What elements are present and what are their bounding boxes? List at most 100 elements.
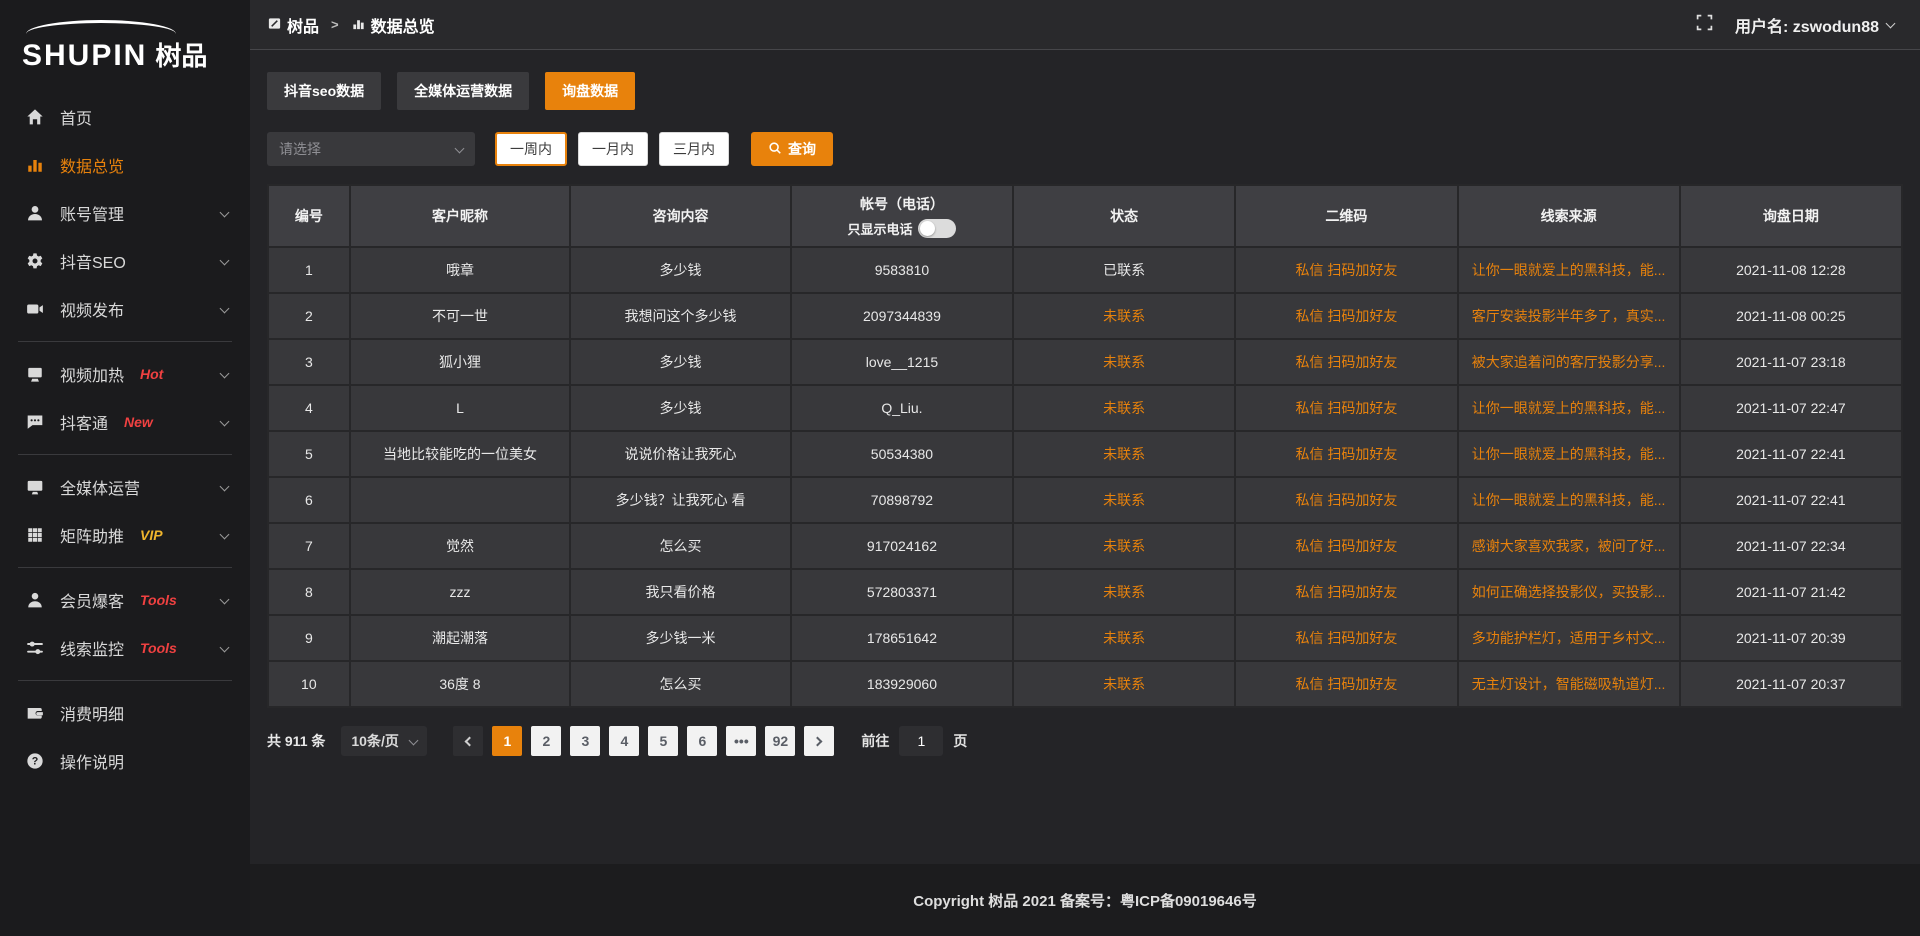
- logo-text-cn: 树品: [155, 36, 207, 73]
- search-button[interactable]: 查询: [751, 132, 833, 166]
- page-button-92[interactable]: 92: [765, 726, 795, 756]
- cell-status: 未联系: [1013, 615, 1235, 661]
- user-menu[interactable]: 用户名: zswodun88: [1735, 13, 1894, 37]
- sidebar-item-chart[interactable]: 数据总览: [0, 141, 250, 189]
- cell-source[interactable]: 多功能护栏灯，适用于乡村文...: [1458, 615, 1680, 661]
- sidebar-item-screen[interactable]: 视频加热Hot: [0, 350, 250, 398]
- page-button-5[interactable]: 5: [648, 726, 678, 756]
- page-button-2[interactable]: 2: [531, 726, 561, 756]
- sidebar-item-gear[interactable]: 抖音SEO: [0, 237, 250, 285]
- cell-source[interactable]: 让你一眼就爱上的黑科技，能...: [1458, 385, 1680, 431]
- phone-only-toggle[interactable]: [918, 219, 956, 238]
- cell-content: 怎么买: [570, 523, 791, 569]
- footer: Copyright 树品 2021 备案号：粤ICP备09019646号: [250, 864, 1920, 936]
- sidebar-item-chat[interactable]: 抖客通New: [0, 398, 250, 446]
- chevron-right-icon: [813, 736, 823, 746]
- table-row: 2不可一世我想问这个多少钱2097344839未联系私信 扫码加好友客厅安装投影…: [268, 293, 1902, 339]
- cell-qr[interactable]: 私信 扫码加好友: [1235, 523, 1457, 569]
- chat-icon: [26, 413, 46, 431]
- cell-qr[interactable]: 私信 扫码加好友: [1235, 385, 1457, 431]
- person-icon: [26, 591, 46, 609]
- cell-source[interactable]: 如何正确选择投影仪，买投影...: [1458, 569, 1680, 615]
- cell-date: 2021-11-07 23:18: [1680, 339, 1902, 385]
- sidebar-item-question[interactable]: ? 操作说明: [0, 737, 250, 785]
- page-size-select[interactable]: 10条/页: [341, 726, 427, 756]
- cell-qr[interactable]: 私信 扫码加好友: [1235, 431, 1457, 477]
- cell-source[interactable]: 让你一眼就爱上的黑科技，能...: [1458, 431, 1680, 477]
- cell-qr[interactable]: 私信 扫码加好友: [1235, 661, 1457, 707]
- cell-account: Q_Liu.: [791, 385, 1013, 431]
- home-icon: [26, 108, 46, 126]
- filter-select[interactable]: 请选择: [267, 132, 475, 166]
- cell-nickname: zzz: [350, 569, 571, 615]
- wallet-icon: [26, 704, 46, 722]
- cell-source[interactable]: 让你一眼就爱上的黑科技，能...: [1458, 477, 1680, 523]
- sidebar-item-home[interactable]: 首页: [0, 93, 250, 141]
- chart-icon: [351, 16, 366, 34]
- sidebar-item-person[interactable]: 会员爆客Tools: [0, 576, 250, 624]
- tab-1[interactable]: 全媒体运营数据: [397, 72, 529, 110]
- sidebar-item-label: 消费明细: [60, 701, 124, 725]
- range-button-2[interactable]: 三月内: [659, 132, 729, 166]
- cell-status: 未联系: [1013, 339, 1235, 385]
- grid-icon: [26, 526, 46, 544]
- sidebar-item-user[interactable]: 账号管理: [0, 189, 250, 237]
- cell-no: 3: [268, 339, 350, 385]
- sidebar-item-label: 首页: [60, 105, 92, 129]
- page-button-4[interactable]: 4: [609, 726, 639, 756]
- breadcrumb-app[interactable]: 树品: [287, 13, 319, 37]
- cell-qr[interactable]: 私信 扫码加好友: [1235, 569, 1457, 615]
- tab-0[interactable]: 抖音seo数据: [267, 72, 381, 110]
- page-button-1[interactable]: 1: [492, 726, 522, 756]
- badge-tools: Tools: [140, 640, 177, 656]
- logo-arc-icon: [26, 20, 176, 34]
- goto-page-input[interactable]: [899, 726, 943, 756]
- range-button-0[interactable]: 一周内: [495, 132, 567, 166]
- breadcrumb-separator-icon: >: [331, 17, 339, 32]
- cell-qr[interactable]: 私信 扫码加好友: [1235, 615, 1457, 661]
- fullscreen-icon[interactable]: [1696, 14, 1713, 36]
- col-source: 线索来源: [1458, 185, 1680, 247]
- cell-source[interactable]: 客厅安装投影半年多了，真实...: [1458, 293, 1680, 339]
- prev-page-button[interactable]: [453, 726, 483, 756]
- cell-account: 183929060: [791, 661, 1013, 707]
- chevron-down-icon: [220, 481, 230, 491]
- cell-account: 572803371: [791, 569, 1013, 615]
- cell-qr[interactable]: 私信 扫码加好友: [1235, 247, 1457, 293]
- cell-source[interactable]: 让你一眼就爱上的黑科技，能...: [1458, 247, 1680, 293]
- cell-qr[interactable]: 私信 扫码加好友: [1235, 293, 1457, 339]
- sidebar-item-video[interactable]: 视频发布: [0, 285, 250, 333]
- page-button-6[interactable]: 6: [687, 726, 717, 756]
- sidebar-item-label: 账号管理: [60, 201, 124, 225]
- next-page-button[interactable]: [804, 726, 834, 756]
- main-area: 树品 > 数据总览 用户名: zswodun88 抖音seo数据全媒体运营数据询…: [250, 0, 1920, 936]
- cell-content: 怎么买: [570, 661, 791, 707]
- cell-source[interactable]: 感谢大家喜欢我家，被问了好...: [1458, 523, 1680, 569]
- badge-new: New: [124, 414, 153, 430]
- gear-icon: [26, 252, 46, 270]
- content: 抖音seo数据全媒体运营数据询盘数据 请选择 一周内一月内三月内 查询 编: [250, 50, 1920, 864]
- sidebar-item-sliders[interactable]: 线索监控Tools: [0, 624, 250, 672]
- sidebar-item-label: 操作说明: [60, 749, 124, 773]
- sidebar-item-grid[interactable]: 矩阵助推VIP: [0, 511, 250, 559]
- col-account-label: 帐号（电话）: [800, 194, 1004, 214]
- question-icon: ?: [26, 752, 46, 770]
- page-button-3[interactable]: 3: [570, 726, 600, 756]
- sidebar-item-label: 抖音SEO: [60, 249, 126, 273]
- badge-tools: Tools: [140, 592, 177, 608]
- breadcrumb-page: 数据总览: [371, 13, 435, 37]
- cell-qr[interactable]: 私信 扫码加好友: [1235, 339, 1457, 385]
- table-row: 1哦章多少钱9583810已联系私信 扫码加好友让你一眼就爱上的黑科技，能...…: [268, 247, 1902, 293]
- cell-source[interactable]: 无主灯设计，智能磁吸轨道灯...: [1458, 661, 1680, 707]
- cell-no: 6: [268, 477, 350, 523]
- sidebar-item-wallet[interactable]: 消费明细: [0, 689, 250, 737]
- logo: SHUPIN 树品: [0, 6, 250, 93]
- sidebar-item-monitor[interactable]: 全媒体运营: [0, 463, 250, 511]
- sidebar-item-label: 矩阵助推: [60, 523, 124, 547]
- cell-source[interactable]: 被大家追着问的客厅投影分享...: [1458, 339, 1680, 385]
- video-icon: [26, 300, 46, 318]
- pages-ellipsis-button[interactable]: •••: [726, 726, 756, 756]
- tab-2[interactable]: 询盘数据: [545, 72, 635, 110]
- range-button-1[interactable]: 一月内: [578, 132, 648, 166]
- cell-qr[interactable]: 私信 扫码加好友: [1235, 477, 1457, 523]
